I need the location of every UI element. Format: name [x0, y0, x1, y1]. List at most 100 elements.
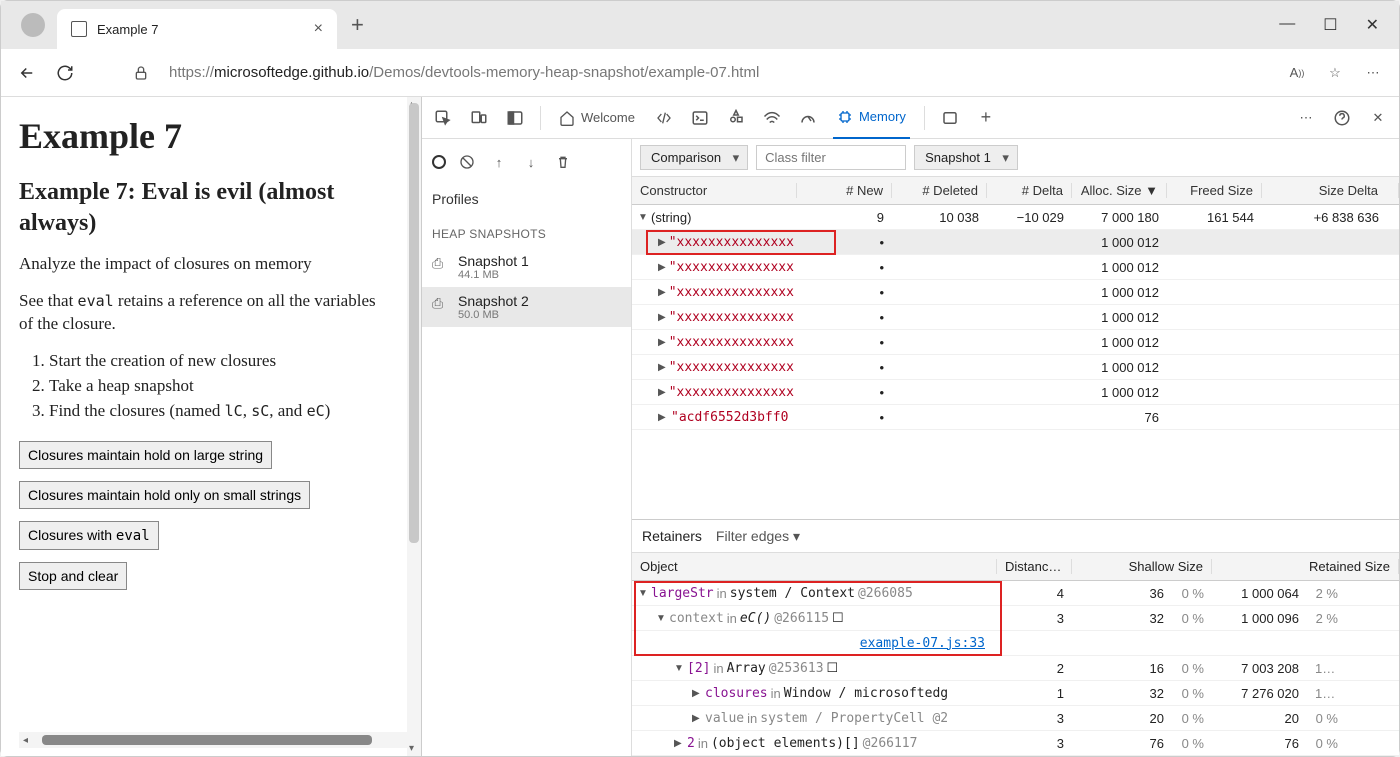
page-steps: Start the creation of new closures Take …	[49, 350, 389, 423]
url-display[interactable]: https://microsoftedge.github.io/Demos/de…	[169, 64, 1269, 81]
grid-row[interactable]: "acdf6552d3bff0•76	[632, 405, 1399, 430]
grid-row[interactable]: "xxxxxxxxxxxxxxx•1 000 012	[632, 305, 1399, 330]
window-titlebar: Example 7 × + — ☐ ✕	[1, 1, 1399, 49]
retainers-header: Object Distance ▲ Shallow Size Retained …	[632, 553, 1399, 581]
devtools-panel: Welcome Memory + ⋯ ✕ ↑ ↓	[421, 97, 1399, 756]
retainer-row[interactable]: [2] in Array @253613 ☐2160 %7 003 20814 …	[632, 656, 1399, 681]
col-new[interactable]: # New	[797, 183, 892, 198]
page-content: ▴ ▾ Example 7 Example 7: Eval is evil (a…	[1, 97, 421, 756]
btn-eval[interactable]: Closures with eval	[19, 521, 159, 550]
page-p2: See that eval retains a reference on all…	[19, 290, 379, 336]
devtools-tabstrip: Welcome Memory + ⋯ ✕	[422, 97, 1399, 139]
tab-overflow[interactable]	[939, 107, 961, 129]
back-button[interactable]	[17, 63, 37, 83]
retainer-row[interactable]: closures in Window / microsoftedg1320 %7…	[632, 681, 1399, 706]
favorite-icon[interactable]: ☆	[1325, 63, 1345, 83]
add-tab-button[interactable]: +	[975, 107, 997, 129]
scroll-thumb[interactable]	[409, 103, 419, 543]
maximize-button[interactable]: ☐	[1323, 15, 1337, 35]
btn-small-strings[interactable]: Closures maintain hold only on small str…	[19, 481, 310, 509]
record-button[interactable]	[432, 155, 446, 169]
device-icon[interactable]	[468, 107, 490, 129]
col-distance[interactable]: Distance ▲	[997, 559, 1072, 574]
retainer-row[interactable]: value in system / PropertyCell @23200 %2…	[632, 706, 1399, 731]
source-link-row: example-07.js:33	[632, 631, 1399, 656]
tab-console[interactable]	[689, 107, 711, 129]
devtools-help-icon[interactable]	[1331, 107, 1353, 129]
vertical-scrollbar[interactable]: ▴ ▾	[407, 97, 421, 756]
retainer-row[interactable]: context in eC() @266115 ☐3320 %1 000 096…	[632, 606, 1399, 631]
snapshot-item[interactable]: ⎙Snapshot 250.0 MB	[422, 287, 631, 327]
page-p1: Analyze the impact of closures on memory	[19, 253, 379, 276]
refresh-button[interactable]	[55, 63, 75, 83]
col-freed[interactable]: Freed Size	[1167, 183, 1262, 198]
profiles-toolbar: ↑ ↓	[422, 145, 631, 185]
save-icon[interactable]: ↓	[520, 151, 542, 173]
grid-row[interactable]: "xxxxxxxxxxxxxxx•1 000 012	[632, 230, 1399, 255]
dock-icon[interactable]	[504, 107, 526, 129]
col-sizedelta[interactable]: Size Delta	[1262, 183, 1399, 198]
url-path: /Demos/devtools-memory-heap-snapshot/exa…	[369, 64, 759, 81]
clear-icon[interactable]	[456, 151, 478, 173]
comparison-toolbar: Comparison Snapshot 1	[632, 139, 1399, 177]
load-icon[interactable]: ↑	[488, 151, 510, 173]
snapshot-item[interactable]: ⎙Snapshot 144.1 MB	[422, 247, 631, 287]
class-filter-input[interactable]	[756, 145, 906, 170]
page-h2: Example 7: Eval is evil (almost always)	[19, 177, 417, 239]
tab-performance[interactable]	[797, 107, 819, 129]
page-icon	[71, 21, 87, 37]
col-retained[interactable]: Retained Size	[1212, 559, 1399, 574]
btn-large-string[interactable]: Closures maintain hold on large string	[19, 441, 272, 469]
browser-tab[interactable]: Example 7 ×	[57, 9, 337, 49]
filter-edges[interactable]: Filter edges ▾	[716, 528, 800, 545]
minimize-button[interactable]: —	[1279, 15, 1295, 35]
tab-title: Example 7	[97, 22, 158, 37]
col-object[interactable]: Object	[632, 559, 997, 574]
profile-avatar[interactable]	[21, 13, 45, 37]
step-2: Take a heap snapshot	[49, 375, 389, 398]
horizontal-scrollbar[interactable]: ◂▸	[19, 732, 417, 748]
col-alloc[interactable]: Alloc. Size ▼	[1072, 183, 1167, 198]
grid-row[interactable]: (string)910 038−10 0297 000 180161 544+6…	[632, 205, 1399, 230]
retainer-row[interactable]: 2 in (object elements)[] @2661173760 %76…	[632, 731, 1399, 756]
profiles-sidebar: ↑ ↓ Profiles HEAP SNAPSHOTS ⎙Snapshot 14…	[422, 139, 632, 756]
baseline-select[interactable]: Snapshot 1	[914, 145, 1018, 170]
retainers-bar: Retainers Filter edges ▾	[632, 519, 1399, 553]
col-delta[interactable]: # Delta	[987, 183, 1072, 198]
site-info-icon[interactable]	[131, 63, 151, 83]
address-bar: https://microsoftedge.github.io/Demos/de…	[1, 49, 1399, 97]
grid-row[interactable]: "xxxxxxxxxxxxxxx•1 000 012	[632, 255, 1399, 280]
col-constructor[interactable]: Constructor	[632, 183, 797, 198]
close-window-button[interactable]: ✕	[1366, 15, 1379, 35]
view-mode-select[interactable]: Comparison	[640, 145, 748, 170]
col-deleted[interactable]: # Deleted	[892, 183, 987, 198]
devtools-more-icon[interactable]: ⋯	[1295, 107, 1317, 129]
comparison-grid: Constructor # New # Deleted # Delta Allo…	[632, 177, 1399, 756]
close-tab-icon[interactable]: ×	[314, 20, 323, 38]
tab-memory[interactable]: Memory	[833, 97, 910, 139]
tab-welcome[interactable]: Welcome	[555, 97, 639, 139]
inspect-icon[interactable]	[432, 107, 454, 129]
tab-sources[interactable]	[725, 107, 747, 129]
grid-row[interactable]: "xxxxxxxxxxxxxxx•1 000 012	[632, 355, 1399, 380]
step-1: Start the creation of new closures	[49, 350, 389, 373]
grid-row[interactable]: "xxxxxxxxxxxxxxx•1 000 012	[632, 330, 1399, 355]
tab-network[interactable]	[761, 107, 783, 129]
col-shallow[interactable]: Shallow Size	[1072, 559, 1212, 574]
read-aloud-icon[interactable]: A))	[1287, 63, 1307, 83]
heap-snapshots-heading: HEAP SNAPSHOTS	[422, 213, 631, 247]
source-link[interactable]: example-07.js:33	[860, 636, 985, 651]
url-prefix: https://	[169, 64, 214, 81]
grid-row[interactable]: "xxxxxxxxxxxxxxx•1 000 012	[632, 280, 1399, 305]
page-h1: Example 7	[19, 115, 417, 157]
tab-elements[interactable]	[653, 107, 675, 129]
new-tab-button[interactable]: +	[351, 12, 364, 38]
profiles-heading: Profiles	[422, 185, 631, 213]
more-icon[interactable]: ⋯	[1363, 63, 1383, 83]
grid-row[interactable]: "xxxxxxxxxxxxxxx•1 000 012	[632, 380, 1399, 405]
gc-icon[interactable]	[552, 151, 574, 173]
retainer-row[interactable]: largeStr in system / Context @2660854360…	[632, 581, 1399, 606]
window-controls: — ☐ ✕	[1279, 15, 1391, 35]
devtools-close-icon[interactable]: ✕	[1367, 107, 1389, 129]
btn-stop-clear[interactable]: Stop and clear	[19, 562, 127, 590]
